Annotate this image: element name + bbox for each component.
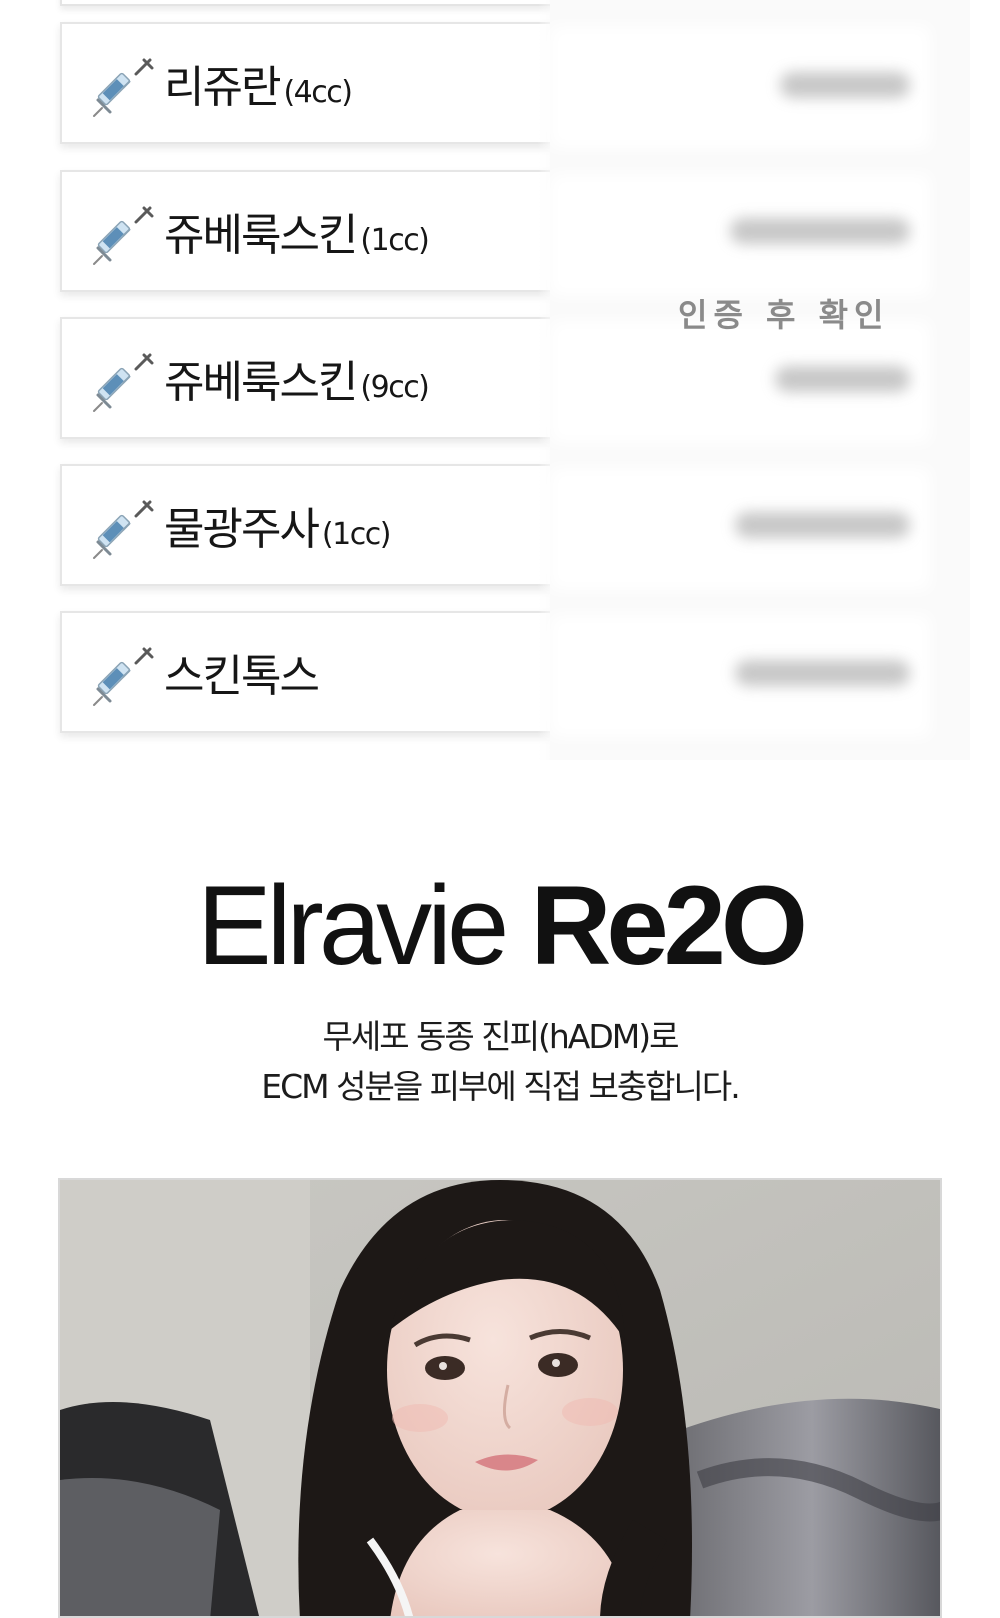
blurred-price-panel <box>538 0 970 760</box>
price-item-juvelook-skin-1cc[interactable]: 쥬베룩스킨 (1cc) <box>60 170 560 292</box>
product-description: 무세포 동종 진피(hADM)로 ECM 성분을 피부에 직접 보충합니다. <box>0 1012 1000 1112</box>
price-list: 리쥬란 (4cc) 쥬베룩스킨 (1cc) 쥬베룩스킨 (9cc) 물광주사 (1cc)… <box>0 0 1000 760</box>
model-photo-illustration <box>60 1180 940 1616</box>
syringe-icon <box>92 647 154 707</box>
item-label: 물광주사 (1cc) <box>164 504 391 555</box>
item-label: 쥬베룩스킨 (1cc) <box>164 210 430 261</box>
blurred-price-value <box>735 660 910 686</box>
verify-after-auth-note: 인증 후 확인 <box>678 296 890 334</box>
price-item-rejuran-4cc[interactable]: 리쥬란 (4cc) <box>60 22 560 144</box>
product-brand: Elravie <box>196 863 531 988</box>
blurred-price-value <box>735 512 910 538</box>
item-label: 쥬베룩스킨 (9cc) <box>164 357 430 408</box>
blurred-price-value <box>780 72 910 98</box>
price-item-juvelook-skin-9cc[interactable]: 쥬베룩스킨 (9cc) <box>60 317 560 439</box>
previous-item-row <box>60 0 554 6</box>
syringe-icon <box>92 58 154 118</box>
description-line-2: ECM 성분을 피부에 직접 보충합니다. <box>261 1067 741 1106</box>
syringe-icon <box>92 500 154 560</box>
syringe-icon <box>92 206 154 266</box>
price-item-skintox[interactable]: 스킨톡스 <box>60 611 560 733</box>
price-item-water-glow-injection-1cc[interactable]: 물광주사 (1cc) <box>60 464 560 586</box>
description-line-1: 무세포 동종 진피(hADM)로 <box>322 1017 680 1056</box>
product-model: Re2O <box>530 863 808 988</box>
blurred-price-value <box>775 366 910 392</box>
blurred-price-value <box>730 218 910 244</box>
item-label: 리쥬란 (4cc) <box>164 62 353 113</box>
model-photo <box>58 1178 942 1618</box>
product-title: Elravie Re2O <box>0 868 1000 984</box>
syringe-icon <box>92 353 154 413</box>
item-label: 스킨톡스 <box>164 651 320 702</box>
